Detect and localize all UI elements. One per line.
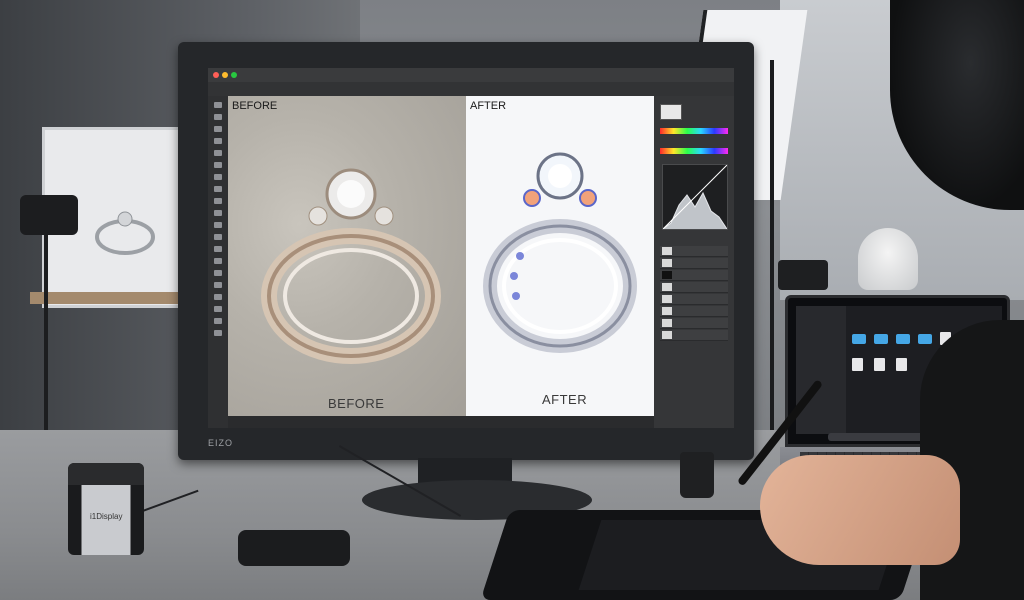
hand xyxy=(760,455,960,565)
layer-row[interactable] xyxy=(660,270,728,281)
title-bar xyxy=(208,68,734,82)
layer-row[interactable] xyxy=(660,246,728,257)
layer-row[interactable] xyxy=(660,258,728,269)
move-tool-icon[interactable] xyxy=(214,102,222,108)
dodge-tool-icon[interactable] xyxy=(214,258,222,264)
before-canvas: BEFORE BEFORE xyxy=(228,96,466,416)
layer-thumbnail xyxy=(662,331,672,339)
crop-tool-icon[interactable] xyxy=(214,150,222,156)
layer-row[interactable] xyxy=(660,318,728,329)
color-slider[interactable] xyxy=(660,128,728,134)
layer-row[interactable] xyxy=(660,282,728,293)
zoom-tool-icon[interactable] xyxy=(214,330,222,336)
eyedropper-tool-icon[interactable] xyxy=(214,162,222,168)
calibrator-brand: i1Display xyxy=(90,512,123,521)
camera-body xyxy=(778,260,828,290)
ring-display-stand xyxy=(858,228,918,290)
status-bar xyxy=(228,416,654,428)
foreground-color-swatch[interactable] xyxy=(660,104,682,120)
path-select-icon[interactable] xyxy=(214,294,222,300)
shape-tool-icon[interactable] xyxy=(214,306,222,312)
layer-row[interactable] xyxy=(660,294,728,305)
histogram-panel xyxy=(662,164,728,230)
before-label-top: BEFORE xyxy=(232,100,278,112)
before-label-bottom: BEFORE xyxy=(328,396,385,411)
finder-sidebar xyxy=(796,306,846,434)
gradient-tool-icon[interactable] xyxy=(214,234,222,240)
photoshop-window: BEFORE BEFORE AFTER AFTER xyxy=(208,68,734,428)
folder-icon[interactable] xyxy=(896,334,910,344)
layer-row[interactable] xyxy=(660,306,728,317)
document-icon[interactable] xyxy=(852,358,863,371)
hand-tool-icon[interactable] xyxy=(214,318,222,324)
healing-tool-icon[interactable] xyxy=(214,174,222,180)
maximize-icon[interactable] xyxy=(231,72,237,78)
ring-before-image xyxy=(261,168,441,364)
camera xyxy=(20,195,78,235)
calibrator-top xyxy=(68,463,144,485)
type-tool-icon[interactable] xyxy=(214,282,222,288)
close-icon[interactable] xyxy=(213,72,219,78)
layer-thumbnail xyxy=(662,319,672,327)
after-canvas: AFTER AFTER xyxy=(466,96,654,416)
document-icon[interactable] xyxy=(874,358,885,371)
eraser-tool-icon[interactable] xyxy=(214,222,222,228)
color-spectrum[interactable] xyxy=(660,148,728,154)
layer-thumbnail xyxy=(662,247,672,255)
toolbar xyxy=(208,96,228,428)
blur-tool-icon[interactable] xyxy=(214,246,222,252)
pen-tool-icon[interactable] xyxy=(214,270,222,276)
folder-icon[interactable] xyxy=(874,334,888,344)
document-icon[interactable] xyxy=(896,358,907,371)
layer-thumbnail xyxy=(662,307,672,315)
history-brush-icon[interactable] xyxy=(214,210,222,216)
lasso-tool-icon[interactable] xyxy=(214,126,222,132)
brush-tool-icon[interactable] xyxy=(214,186,222,192)
light-stand xyxy=(770,60,774,440)
layer-mask-thumbnail xyxy=(662,271,672,279)
folder-icon[interactable] xyxy=(852,334,866,344)
layer-thumbnail xyxy=(662,283,672,291)
layer-thumbnail xyxy=(662,295,672,303)
after-label-top: AFTER xyxy=(470,100,507,112)
minimize-icon[interactable] xyxy=(222,72,228,78)
board-ring-image xyxy=(95,211,155,255)
folder-icon[interactable] xyxy=(918,334,932,344)
marquee-tool-icon[interactable] xyxy=(214,114,222,120)
wooden-shelf xyxy=(30,292,180,304)
layer-row[interactable] xyxy=(660,330,728,341)
stamp-tool-icon[interactable] xyxy=(214,198,222,204)
select-tool-icon[interactable] xyxy=(214,138,222,144)
ring-after-image xyxy=(483,152,637,353)
options-bar xyxy=(208,82,734,97)
layer-thumbnail xyxy=(662,259,672,267)
monitor-brand: EIZO xyxy=(208,438,234,448)
pen-cup xyxy=(680,452,714,498)
external-drive xyxy=(238,530,350,566)
histogram-icon xyxy=(663,165,727,229)
after-label-bottom: AFTER xyxy=(542,392,588,407)
